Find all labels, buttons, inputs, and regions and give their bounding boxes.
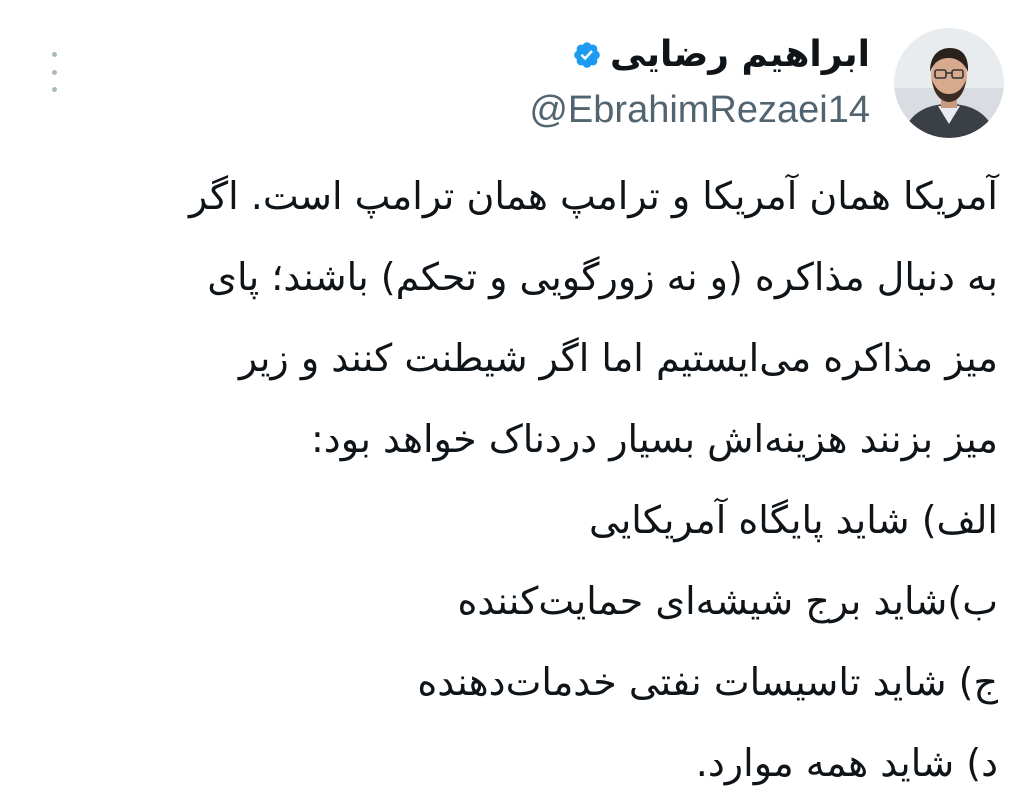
tweet-line: آمریکا همان آمریکا و ترامپ همان ترامپ اس… <box>189 174 998 218</box>
avatar[interactable] <box>894 28 1004 138</box>
more-dot <box>51 52 57 57</box>
tweet-line: ج) شاید تاسیسات نفتی خدمات‌دهنده <box>417 660 998 704</box>
author-names: ابراهیم رضایی @EbrahimRezaei14 <box>529 31 870 135</box>
tweet-line: الف) شاید پایگاه آمریکایی <box>589 498 998 542</box>
tweet-line: میز بزنند هزینه‌اش بسیار دردناک خواهد بو… <box>311 417 998 461</box>
display-name-row: ابراهیم رضایی <box>572 31 870 79</box>
profile-photo <box>894 28 1004 138</box>
tweet-line: ب)شاید برج شیشه‌ای حمایت‌کننده <box>457 579 998 623</box>
tweet-header: ابراهیم رضایی @EbrahimRezaei14 <box>529 28 1004 138</box>
verified-badge-icon <box>574 42 600 68</box>
tweet-line: د) شاید همه موارد. <box>695 741 998 785</box>
tweet-line: میز مذاکره می‌ایستیم اما اگر شیطنت کنند … <box>238 336 998 380</box>
author-handle[interactable]: @EbrahimRezaei14 <box>529 85 870 135</box>
more-dot <box>51 87 57 92</box>
display-name[interactable]: ابراهیم رضایی <box>610 31 870 79</box>
tweet-text: آمریکا همان آمریکا و ترامپ همان ترامپ اس… <box>36 156 998 800</box>
tweet-line: به دنبال مذاکره (و نه زورگویی و تحکم) با… <box>207 255 998 299</box>
tweet-card: ابراهیم رضایی @EbrahimRezaei14 آمریکا هم… <box>0 0 1026 800</box>
more-vertical-icon[interactable] <box>44 52 64 92</box>
more-dot <box>51 69 57 75</box>
